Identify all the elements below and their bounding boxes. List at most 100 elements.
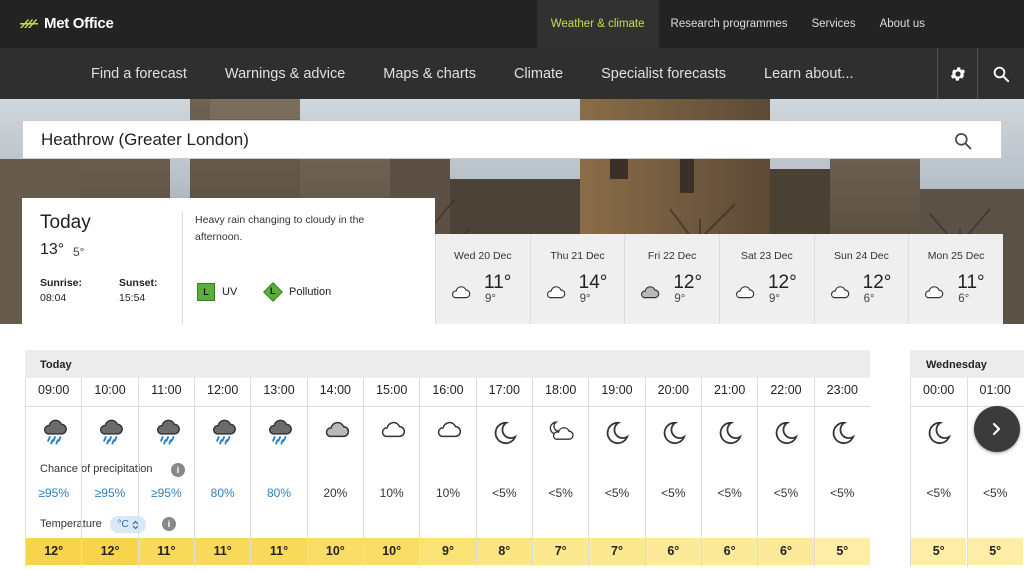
nav-find-forecast[interactable]: Find a forecast [72,48,206,99]
hour-temperature: 5° [814,538,870,565]
hour-temperature: 6° [758,538,814,565]
day-tab-name: Sat 23 Dec [740,250,793,262]
hour-precip-chance: 20% [323,486,348,500]
today-low-temp: 5° [73,245,85,259]
moon-icon [660,419,688,452]
nav-specialist[interactable]: Specialist forecasts [582,48,745,99]
top-nav-weather-climate[interactable]: Weather & climate [536,0,659,48]
today-summary-text: Heavy rain changing to cloudy in the aft… [195,214,365,243]
moon-icon [829,419,857,452]
day-tab-name: Wed 20 Dec [454,250,512,262]
day-tab-high-temp: 14° [578,272,608,293]
hour-temperature: 12° [26,538,82,565]
day-tab-high-temp: 12° [862,272,892,293]
day-tab-low-temp: 9° [579,293,591,305]
hour-precip-chance: 80% [210,486,235,500]
nav-warnings[interactable]: Warnings & advice [206,48,364,99]
hourly-column: 09:00 ≥95% 12° [25,377,82,567]
pollution-label: Pollution [289,286,332,298]
hourly-column: 00:00 <5% 5° [910,377,967,567]
logo-text: Met Office [44,14,114,32]
hour-temperature: 11° [194,538,251,565]
day-tab-name: Sun 24 Dec [834,250,889,262]
hourly-column: 21:00 <5% 6° [700,377,758,567]
hour-time: 19:00 [601,383,633,397]
top-bar: Met Office Weather & climate Research pr… [0,0,1024,48]
pollution-badge: L [270,286,276,296]
hourly-column: 12:00 80% 11° [193,377,251,567]
hourly-column: 19:00 <5% 7° [588,377,645,567]
hour-temperature: 6° [701,538,758,565]
hour-time: 17:00 [488,383,520,397]
cloud-icon [733,284,755,304]
hourly-column: 15:00 10% 10° [362,377,420,567]
today-high-temp: 13° [40,241,65,258]
hourly-column: 14:00 20% 10° [306,377,364,567]
day-tab-low-temp: 6° [863,293,875,305]
hour-time: 00:00 [923,383,955,397]
nav-learn-about[interactable]: Learn about... [745,48,873,99]
nav-maps-charts[interactable]: Maps & charts [364,48,495,99]
day-tabs: Wed 20 Dec 11° 9° Thu 21 Dec 14° 9° Fri 22 Dec… [435,234,1003,324]
hour-precip-chance: <5% [773,486,799,500]
hour-time: 22:00 [770,383,802,397]
hourly-column: 13:00 80% 11° [250,377,307,567]
card-divider [182,212,183,324]
grey-cloud-icon [638,284,660,304]
sunrise-label: Sunrise: [40,277,83,289]
hour-temperature: 6° [645,538,702,565]
hour-time: 14:00 [319,383,351,397]
hour-time: 10:00 [94,383,126,397]
day-tab[interactable]: Mon 25 Dec 11° 6° [908,234,1003,324]
hourly-column: 18:00 <5% 7° [531,377,589,567]
hour-precip-chance: <5% [926,486,951,500]
hour-temperature: 11° [138,538,195,565]
heavy-rain-icon [153,419,181,451]
cloud-icon [449,284,471,304]
sunset-time: 15:54 [119,292,146,304]
chevron-right-icon [992,422,1001,436]
day-tab[interactable]: Fri 22 Dec 12° 9° [624,234,719,324]
hour-temperature: 5° [911,538,967,565]
top-nav-about[interactable]: About us [868,0,1024,48]
today-summary-card[interactable]: Today 13° 5° Sunrise: 08:04 Sunset: 15:5… [22,198,435,324]
hour-temperature: 11° [251,538,307,565]
hour-temperature: 9° [420,538,476,565]
hour-precip-chance: 10% [435,486,460,500]
moon-icon [716,419,744,452]
day-tab-high-temp: 11° [484,272,512,293]
search-icon [993,66,1010,82]
day-tab[interactable]: Sat 23 Dec 12° 9° [718,234,814,324]
day-tab-low-temp: 9° [485,293,496,305]
sunset-label: Sunset: [119,277,158,289]
hour-time: 09:00 [38,383,70,397]
day-tab[interactable]: Thu 21 Dec 14° 9° [529,234,625,324]
location-search-box [22,120,1002,159]
day-tab[interactable]: Wed 20 Dec 11° 9° [435,234,530,324]
location-search-button[interactable] [953,131,973,156]
day-tab[interactable]: Sun 24 Dec 12° 6° [813,234,909,324]
hour-time: 21:00 [714,383,746,397]
hour-temperature: 7° [589,538,645,565]
gear-icon [950,66,965,81]
header-search-button[interactable] [977,48,1024,99]
uv-badge: L [197,283,215,301]
met-office-logo[interactable]: Met Office [20,13,114,33]
moon-icon [603,419,631,452]
hour-precip-chance: 80% [266,486,292,500]
hour-time: 23:00 [826,383,858,397]
hour-precip-chance: ≥95% [38,486,69,500]
hour-precip-chance: ≥95% [151,486,182,500]
heavy-rain-icon [265,419,293,451]
location-search-input[interactable] [41,127,921,153]
settings-button[interactable] [937,48,977,99]
top-nav-services[interactable]: Services [799,0,867,48]
nav-climate[interactable]: Climate [495,48,582,99]
top-nav-research[interactable]: Research programmes [659,0,800,48]
moon-icon [772,419,800,452]
day-tab-low-temp: 9° [674,293,686,305]
hour-time: 15:00 [376,383,408,397]
day-tab-high-temp: 12° [673,272,703,293]
day-tab-name: Mon 25 Dec [927,250,985,262]
next-hours-button[interactable] [974,406,1020,452]
